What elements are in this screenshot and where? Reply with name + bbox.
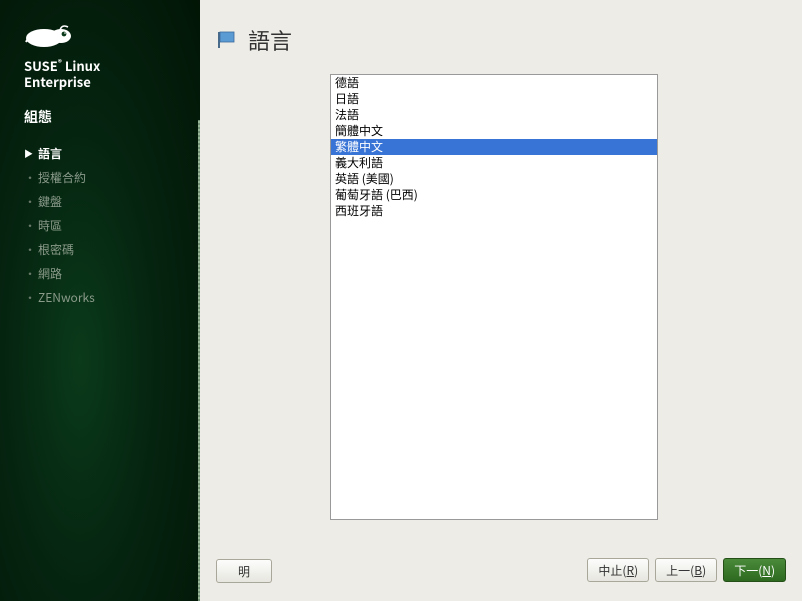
abort-button[interactable]: 中止(R): [587, 558, 649, 582]
bullet-icon: [24, 217, 38, 234]
sidebar: SUSE® Linux Enterprise 組態 語言授權合約鍵盤時區根密碼網…: [0, 0, 200, 601]
sidebar-section-title: 組態: [24, 107, 200, 127]
sidebar-nav: 語言授權合約鍵盤時區根密碼網路 ZENworks: [24, 141, 200, 309]
next-button[interactable]: 下一(N): [723, 558, 786, 582]
sidebar-item-5[interactable]: 網路: [24, 261, 200, 285]
language-option[interactable]: 繁體中文: [331, 139, 657, 155]
language-listbox-wrap: 德語日語法語簡體中文繁體中文義大利語英語 (美國)葡萄牙語 (巴西)西班牙語: [330, 74, 658, 520]
language-option[interactable]: 德語: [331, 75, 657, 91]
footer: 明 中止(R) 上一(B) 下一(N): [200, 551, 802, 601]
flag-icon: [216, 30, 240, 50]
brand-text: SUSE® Linux Enterprise: [24, 58, 200, 89]
bullet-icon: [24, 193, 38, 210]
language-listbox[interactable]: 德語日語法語簡體中文繁體中文義大利語英語 (美國)葡萄牙語 (巴西)西班牙語: [331, 75, 657, 519]
bullet-icon: [24, 169, 38, 186]
sidebar-item-2[interactable]: 鍵盤: [24, 189, 200, 213]
sidebar-item-label: 時區: [38, 217, 62, 234]
sidebar-item-6[interactable]: ZENworks: [24, 285, 200, 309]
help-button[interactable]: 明: [216, 559, 272, 583]
back-button[interactable]: 上一(B): [655, 558, 717, 582]
bullet-icon: [24, 289, 38, 306]
sidebar-item-label: 語言: [38, 145, 62, 162]
language-option[interactable]: 英語 (美國): [331, 171, 657, 187]
sidebar-item-3[interactable]: 時區: [24, 213, 200, 237]
language-option[interactable]: 法語: [331, 107, 657, 123]
language-option[interactable]: 簡體中文: [331, 123, 657, 139]
sidebar-item-label: 鍵盤: [38, 193, 62, 210]
suse-logo: [24, 20, 200, 50]
page-title: 語言: [248, 24, 292, 56]
language-option[interactable]: 日語: [331, 91, 657, 107]
bullet-icon: [24, 265, 38, 282]
sidebar-item-0[interactable]: 語言: [24, 141, 200, 165]
main-panel: 語言 德語日語法語簡體中文繁體中文義大利語英語 (美國)葡萄牙語 (巴西)西班牙…: [200, 0, 802, 601]
language-option[interactable]: 西班牙語: [331, 203, 657, 219]
sidebar-item-label: ZENworks: [38, 289, 95, 306]
triangle-right-icon: [24, 147, 38, 160]
sidebar-item-4[interactable]: 根密碼: [24, 237, 200, 261]
content-area: 德語日語法語簡體中文繁體中文義大利語英語 (美國)葡萄牙語 (巴西)西班牙語: [200, 60, 802, 551]
sidebar-item-label: 授權合約: [38, 169, 86, 186]
sidebar-item-1[interactable]: 授權合約: [24, 165, 200, 189]
language-option[interactable]: 葡萄牙語 (巴西): [331, 187, 657, 203]
page-header: 語言: [200, 0, 802, 60]
sidebar-item-label: 網路: [38, 265, 62, 282]
bullet-icon: [24, 241, 38, 258]
sidebar-item-label: 根密碼: [38, 241, 74, 258]
language-option[interactable]: 義大利語: [331, 155, 657, 171]
